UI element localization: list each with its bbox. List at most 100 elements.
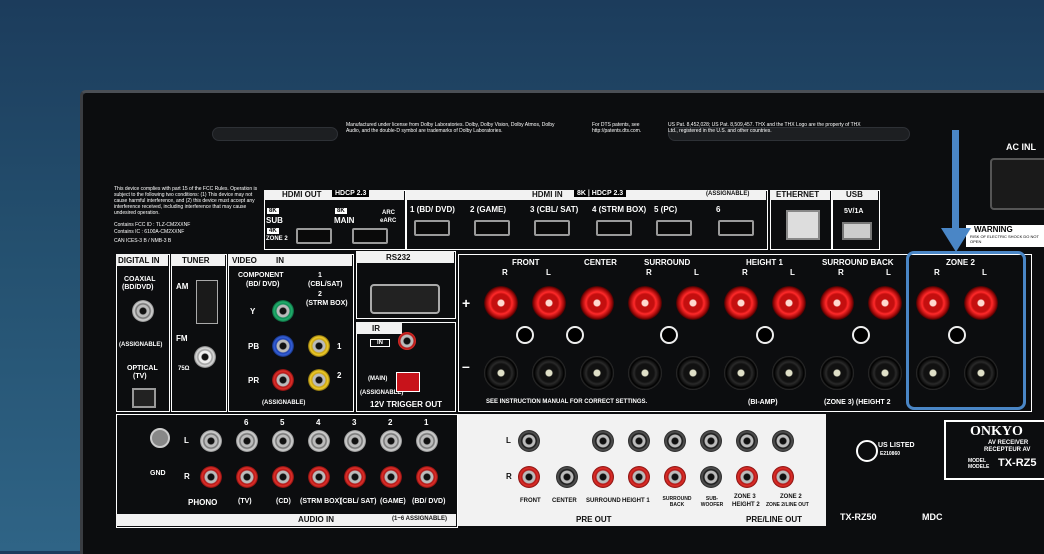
pre-out-title: PRE OUT bbox=[576, 515, 612, 524]
hdmi-in-1-port[interactable] bbox=[414, 220, 450, 236]
pre-center-jack[interactable] bbox=[556, 466, 578, 488]
height1-r-label: R bbox=[742, 268, 748, 277]
hdmi-in-6-label: 6 bbox=[716, 205, 721, 214]
surround-l-positive[interactable] bbox=[676, 286, 710, 320]
pre-front-l-jack[interactable] bbox=[518, 430, 540, 452]
audio-in-4-l-jack[interactable] bbox=[308, 430, 330, 452]
hdmi-in-4-port[interactable] bbox=[596, 220, 632, 236]
pre-front-r-jack[interactable] bbox=[518, 466, 540, 488]
coaxial-jack[interactable] bbox=[132, 300, 154, 322]
sb-r-negative[interactable] bbox=[820, 356, 854, 390]
sb-l-positive[interactable] bbox=[868, 286, 902, 320]
rs232-port[interactable] bbox=[370, 284, 440, 314]
audio-in-4-r-jack[interactable] bbox=[308, 466, 330, 488]
composite-2-jack[interactable] bbox=[308, 369, 330, 391]
hdmi-in-2-port[interactable] bbox=[474, 220, 510, 236]
sub-8k-badge: 8K bbox=[267, 208, 279, 214]
audio-in-2-l-jack[interactable] bbox=[380, 430, 402, 452]
front-l-positive[interactable] bbox=[532, 286, 566, 320]
composite-1-jack[interactable] bbox=[308, 335, 330, 357]
ir-title: IR bbox=[372, 324, 380, 333]
pre-surround-r-jack[interactable] bbox=[592, 466, 614, 488]
pre-height1-r-jack[interactable] bbox=[628, 466, 650, 488]
center-negative[interactable] bbox=[580, 356, 614, 390]
pre-sb-l-jack[interactable] bbox=[664, 430, 686, 452]
ir-in-jack[interactable] bbox=[398, 332, 416, 350]
rear-handle-left bbox=[212, 127, 338, 141]
pre-height1-l-jack[interactable] bbox=[628, 430, 650, 452]
hdmi-in-6-port[interactable] bbox=[718, 220, 754, 236]
height1-l-negative[interactable] bbox=[772, 356, 806, 390]
ices-label: CAN ICES-3 B / NMB-3 B bbox=[114, 238, 172, 244]
audio-in-num-6: 6 bbox=[244, 418, 249, 427]
optical-port[interactable] bbox=[132, 388, 156, 408]
surround-l-negative[interactable] bbox=[676, 356, 710, 390]
coaxial-source: (BD/DVD) bbox=[122, 284, 154, 291]
fm-antenna-jack[interactable] bbox=[194, 346, 216, 368]
arc-label: ARC bbox=[382, 210, 395, 216]
surround-r-positive[interactable] bbox=[628, 286, 662, 320]
pre-sub1-jack[interactable] bbox=[700, 430, 722, 452]
sb-r-positive[interactable] bbox=[820, 286, 854, 320]
ir-in-label: IN bbox=[370, 339, 390, 347]
phono-r-jack[interactable] bbox=[200, 466, 222, 488]
audio-in-3-r-jack[interactable] bbox=[344, 466, 366, 488]
front-r-negative[interactable] bbox=[484, 356, 518, 390]
zone3-r-jack[interactable] bbox=[736, 466, 758, 488]
gnd-label: GND bbox=[150, 470, 166, 477]
phono-l-jack[interactable] bbox=[200, 430, 222, 452]
audio-in-5-l-jack[interactable] bbox=[272, 430, 294, 452]
gnd-terminal[interactable] bbox=[150, 428, 170, 448]
component-pr-jack[interactable] bbox=[272, 369, 294, 391]
audio-in-3-l-jack[interactable] bbox=[344, 430, 366, 452]
component-y-jack[interactable] bbox=[272, 300, 294, 322]
audio-in-num-1: 1 bbox=[424, 418, 429, 427]
phono-label: PHONO bbox=[188, 498, 218, 507]
hdmi-out-main-port[interactable] bbox=[352, 228, 388, 244]
height1-r-positive[interactable] bbox=[724, 286, 758, 320]
front-l-negative[interactable] bbox=[532, 356, 566, 390]
ac-inlet[interactable] bbox=[990, 158, 1044, 210]
component-pb-jack[interactable] bbox=[272, 335, 294, 357]
audio-in-2-r-jack[interactable] bbox=[380, 466, 402, 488]
hdmi-in-5-port[interactable] bbox=[656, 220, 692, 236]
hdmi-in-1-label: 1 (BD/ DVD) bbox=[410, 205, 455, 214]
trigger-out-jack[interactable] bbox=[396, 372, 420, 392]
pre-front-label: FRONT bbox=[520, 498, 541, 504]
ethernet-port[interactable] bbox=[786, 210, 820, 240]
am-antenna-terminal[interactable] bbox=[196, 280, 218, 324]
tuner-panel bbox=[171, 254, 227, 412]
zone2-pre-l-jack[interactable] bbox=[772, 430, 794, 452]
optical-source: (TV) bbox=[133, 373, 147, 380]
brand-name: ONKYO bbox=[970, 424, 1023, 439]
fcc-id: Contains FCC ID : TLZ-CM2XXNF bbox=[114, 222, 191, 228]
height1-r-negative[interactable] bbox=[724, 356, 758, 390]
audio-in-1-r-jack[interactable] bbox=[416, 466, 438, 488]
hdmi-in-3-port[interactable] bbox=[534, 220, 570, 236]
earc-label: eARC bbox=[380, 218, 397, 224]
audio-in-6-r-jack[interactable] bbox=[236, 466, 258, 488]
trigger-main: (MAIN) bbox=[368, 376, 388, 382]
front-r-positive[interactable] bbox=[484, 286, 518, 320]
zone-4k-badge: 4K bbox=[267, 228, 279, 234]
sb-l-negative[interactable] bbox=[868, 356, 902, 390]
audio-in-1-l-jack[interactable] bbox=[416, 430, 438, 452]
pre-sb-r-jack[interactable] bbox=[664, 466, 686, 488]
y-label: Y bbox=[250, 307, 256, 316]
center-positive[interactable] bbox=[580, 286, 614, 320]
pre-height2-label: HEIGHT 2 bbox=[732, 502, 760, 508]
audio-in-6-l-jack[interactable] bbox=[236, 430, 258, 452]
pre-surround-l-jack[interactable] bbox=[592, 430, 614, 452]
audio-in-1-source: (BD/ DVD) bbox=[412, 498, 446, 505]
zone2-pre-r-jack[interactable] bbox=[772, 466, 794, 488]
zone3-l-jack[interactable] bbox=[736, 430, 758, 452]
hdmi-out-sub-port[interactable] bbox=[296, 228, 332, 244]
height1-l-positive[interactable] bbox=[772, 286, 806, 320]
hdmi-in-4-label: 4 (STRM BOX) bbox=[592, 205, 647, 214]
audio-in-3-source: (CBL/ SAT) bbox=[340, 498, 377, 505]
audio-in-5-r-jack[interactable] bbox=[272, 466, 294, 488]
surround-r-negative[interactable] bbox=[628, 356, 662, 390]
usb-port[interactable] bbox=[842, 222, 872, 240]
pre-sub2-jack[interactable] bbox=[700, 466, 722, 488]
digital-in-title: DIGITAL IN bbox=[118, 256, 160, 265]
